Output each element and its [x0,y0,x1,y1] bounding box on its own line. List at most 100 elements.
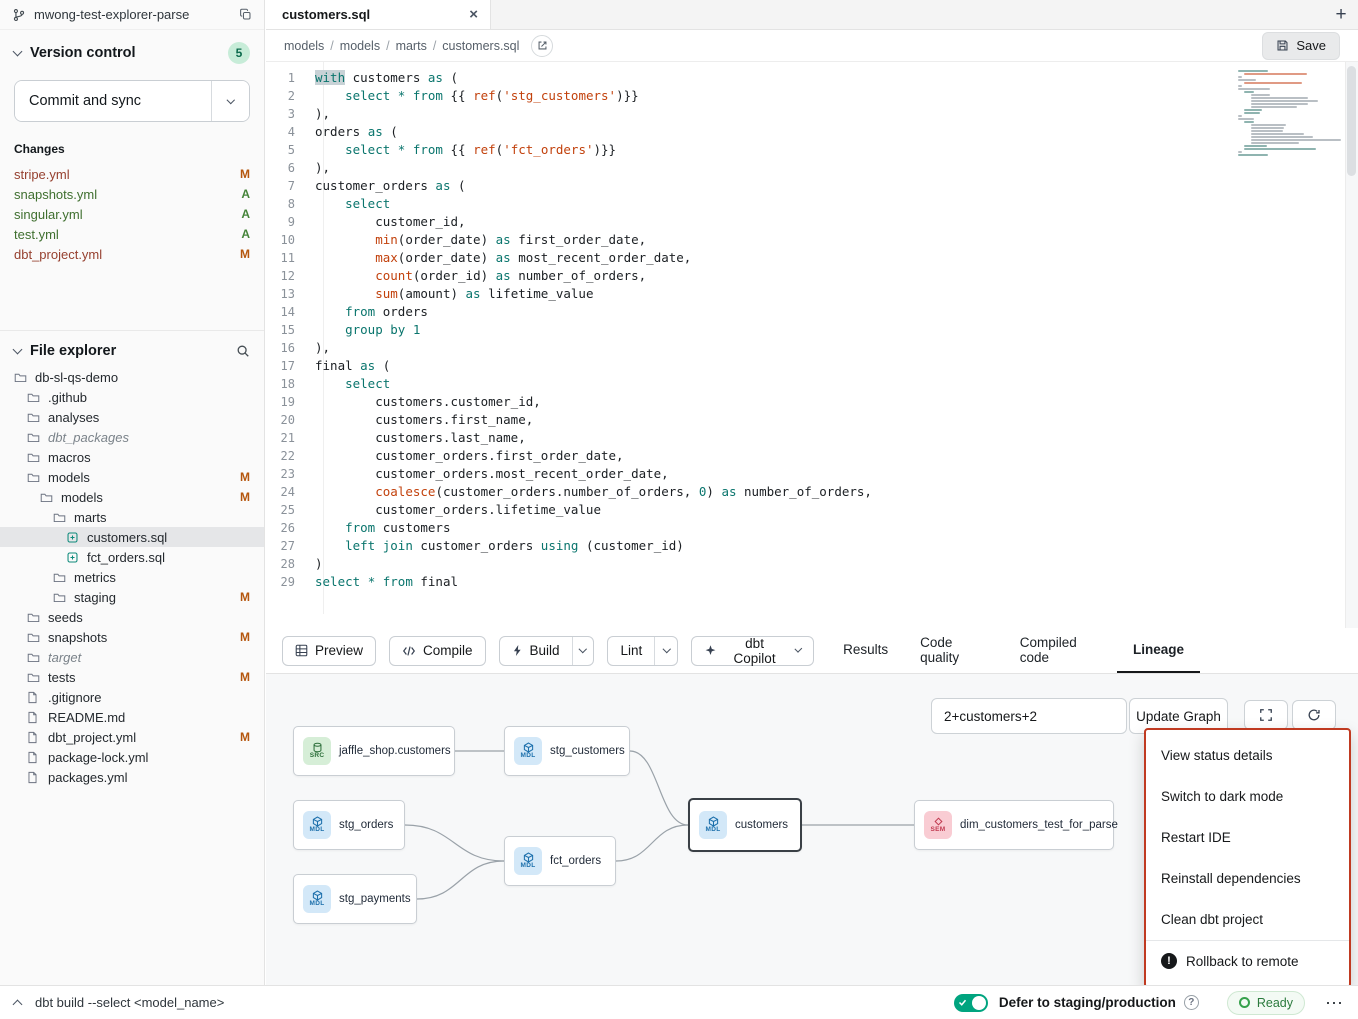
lineage-node-stg-customers[interactable]: MDLstg_customers [504,726,630,776]
code-editor[interactable]: 1with customers as (2 select * from {{ r… [266,62,1358,628]
code-line[interactable]: 16), [266,339,1358,357]
code-line[interactable]: 10 min(order_date) as first_order_date, [266,231,1358,249]
copy-branch-icon[interactable] [239,8,252,21]
lint-button[interactable]: Lint [608,637,654,665]
editor-scrollbar[interactable] [1345,62,1358,628]
tree-item-macros[interactable]: macros [0,447,264,467]
menu-item-view-status-details[interactable]: View status details [1146,735,1349,776]
code-line[interactable]: 15 group by 1 [266,321,1358,339]
scrollbar-thumb[interactable] [1347,66,1356,176]
preview-button[interactable]: Preview [282,636,376,666]
refresh-icon[interactable] [1292,700,1336,730]
lineage-node-customers[interactable]: MDLcustomers [688,798,802,852]
tab-lineage[interactable]: Lineage [1117,628,1200,673]
lineage-node-dim-customers-test-for-parse[interactable]: SEMdim_customers_test_for_parse [914,800,1114,850]
menu-item-switch-to-dark-mode[interactable]: Switch to dark mode [1146,776,1349,817]
breadcrumb-item[interactable]: customers.sql [442,39,519,53]
code-line[interactable]: 25 customer_orders.lifetime_value [266,501,1358,519]
code-line[interactable]: 3), [266,105,1358,123]
lint-options-dropdown[interactable] [654,637,677,665]
tab-customers-sql[interactable]: customers.sql [266,0,491,29]
tree-item-readme-md[interactable]: README.md [0,707,264,727]
tab-results[interactable]: Results [827,628,904,673]
code-line[interactable]: 21 customers.last_name, [266,429,1358,447]
new-tab-button[interactable] [1324,0,1358,29]
code-line[interactable]: 23 customer_orders.most_recent_order_dat… [266,465,1358,483]
change-row[interactable]: dbt_project.ymlM [0,244,264,264]
code-line[interactable]: 27 left join customer_orders using (cust… [266,537,1358,555]
lineage-node-jaffle-shop-customers[interactable]: SRCjaffle_shop.customers [293,726,455,776]
code-line[interactable]: 4orders as ( [266,123,1358,141]
lineage-node-stg-orders[interactable]: MDLstg_orders [293,800,405,850]
code-line[interactable]: 28) [266,555,1358,573]
change-row[interactable]: test.ymlA [0,224,264,244]
menu-item-restart-ide[interactable]: Restart IDE [1146,817,1349,858]
tree-item-package-lock-yml[interactable]: package-lock.yml [0,747,264,767]
menu-item-rollback-to-remote[interactable]: Rollback to remote [1146,940,1349,981]
code-line[interactable]: 22 customer_orders.first_order_date, [266,447,1358,465]
code-line[interactable]: 5 select * from {{ ref('fct_orders')}} [266,141,1358,159]
change-row[interactable]: singular.ymlA [0,204,264,224]
tree-item-staging[interactable]: stagingM [0,587,264,607]
breadcrumb-item[interactable]: models [284,39,324,53]
change-row[interactable]: stripe.ymlM [0,164,264,184]
code-line[interactable]: 9 customer_id, [266,213,1358,231]
tree-item-metrics[interactable]: metrics [0,567,264,587]
open-link-icon[interactable] [531,35,553,57]
tree-item-analyses[interactable]: analyses [0,407,264,427]
tree-item-marts[interactable]: marts [0,507,264,527]
code-line[interactable]: 2 select * from {{ ref('stg_customers')}… [266,87,1358,105]
code-line[interactable]: 13 sum(amount) as lifetime_value [266,285,1358,303]
code-line[interactable]: 20 customers.first_name, [266,411,1358,429]
code-line[interactable]: 11 max(order_date) as most_recent_order_… [266,249,1358,267]
file-explorer-header[interactable]: File explorer [0,330,264,367]
menu-item-reinstall-dependencies[interactable]: Reinstall dependencies [1146,858,1349,899]
breadcrumb-item[interactable]: models [340,39,380,53]
code-line[interactable]: 17final as ( [266,357,1358,375]
tree-item-models[interactable]: modelsM [0,487,264,507]
fullscreen-icon[interactable] [1244,700,1288,730]
code-line[interactable]: 19 customers.customer_id, [266,393,1358,411]
help-icon[interactable] [1184,995,1199,1010]
breadcrumb-item[interactable]: marts [396,39,427,53]
tree-item-packages-yml[interactable]: packages.yml [0,767,264,787]
tree-item-target[interactable]: target [0,647,264,667]
code-line[interactable]: 8 select [266,195,1358,213]
tab-code-quality[interactable]: Code quality [904,628,1004,673]
dbt-copilot-button[interactable]: dbt Copilot [691,636,814,666]
more-options-button[interactable] [1325,994,1344,1012]
chevron-up-icon[interactable] [13,999,23,1009]
close-icon[interactable] [469,7,478,22]
compile-button[interactable]: Compile [389,636,486,666]
code-line[interactable]: 24 coalesce(customer_orders.number_of_or… [266,483,1358,501]
search-icon[interactable] [236,344,250,358]
commit-options-dropdown[interactable] [211,81,249,121]
tree-item-fct-orders-sql[interactable]: fct_orders.sql [0,547,264,567]
code-line[interactable]: 14 from orders [266,303,1358,321]
build-options-dropdown[interactable] [572,637,594,665]
tree-item-seeds[interactable]: seeds [0,607,264,627]
code-line[interactable]: 1with customers as ( [266,69,1358,87]
tree-item-dbt-packages[interactable]: dbt_packages [0,427,264,447]
code-line[interactable]: 26 from customers [266,519,1358,537]
save-button[interactable]: Save [1262,32,1340,60]
tree-item-models[interactable]: modelsM [0,467,264,487]
tree-item-customers-sql[interactable]: customers.sql [0,527,264,547]
tab-compiled-code[interactable]: Compiled code [1004,628,1117,673]
code-line[interactable]: 29select * from final [266,573,1358,591]
code-line[interactable]: 6), [266,159,1358,177]
tree-item-github[interactable]: .github [0,387,264,407]
code-line[interactable]: 18 select [266,375,1358,393]
tree-item-gitignore[interactable]: .gitignore [0,687,264,707]
version-control-header[interactable]: Version control 5 [0,30,264,72]
menu-item-clean-dbt-project[interactable]: Clean dbt project [1146,899,1349,940]
tree-item-snapshots[interactable]: snapshotsM [0,627,264,647]
lineage-node-stg-payments[interactable]: MDLstg_payments [293,874,417,924]
lineage-selector-input[interactable] [931,698,1127,734]
defer-toggle[interactable] [954,994,988,1012]
tree-item-dbt-project-yml[interactable]: dbt_project.ymlM [0,727,264,747]
change-row[interactable]: snapshots.ymlA [0,184,264,204]
tree-item-db-sl-qs-demo[interactable]: db-sl-qs-demo [0,367,264,387]
code-line[interactable]: 7customer_orders as ( [266,177,1358,195]
commit-and-sync-button[interactable]: Commit and sync [15,81,211,121]
